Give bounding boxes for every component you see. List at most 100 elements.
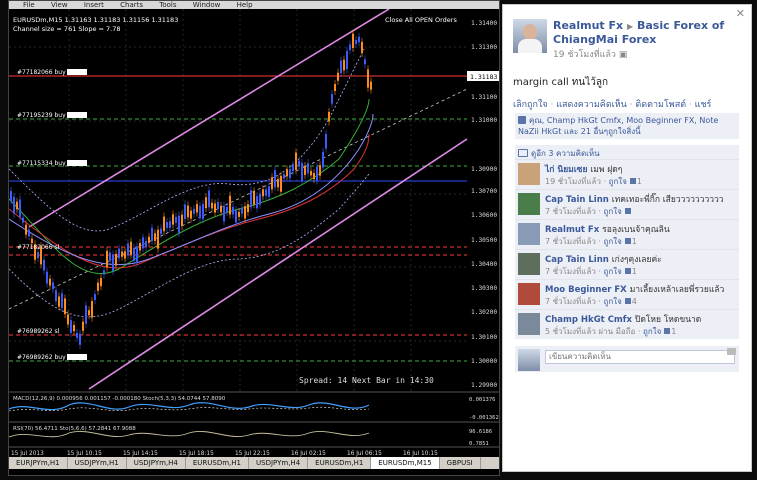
comment-author[interactable]: Cap Tain Linn: [545, 255, 609, 265]
candle-body: [274, 170, 276, 188]
candle-body: [301, 162, 303, 181]
comment-author[interactable]: Champ HkGt Cmfx: [545, 315, 632, 325]
candle-body: [352, 33, 354, 49]
comment-item: Cap Tain Linn เทคเทอะพี่กิ๊ก เสียววววววว…: [515, 189, 739, 219]
comment-time[interactable]: 19 ชั่วโมงที่แล้ว: [545, 177, 601, 186]
post-author[interactable]: Realmut Fx: [553, 19, 623, 32]
candle-body: [148, 236, 150, 243]
candle-body: [70, 320, 72, 333]
avatar[interactable]: [518, 283, 540, 305]
comment-like-link[interactable]: ถูกใจ: [604, 207, 622, 216]
comment-like-link[interactable]: ถูกใจ: [604, 237, 622, 246]
price-chart[interactable]: 1.31183 1.31400 1.31300 1.31100 1.31000 …: [9, 9, 500, 457]
menu-help[interactable]: Help: [237, 1, 253, 9]
comment-author[interactable]: Realmut Fx: [545, 225, 599, 235]
candle-body: [223, 205, 225, 222]
candle-body: [73, 325, 75, 332]
avatar[interactable]: [518, 193, 540, 215]
channel-info: Channel size = 761 Slope = 7.78: [13, 25, 121, 33]
candle-body: [103, 270, 105, 275]
menu-charts[interactable]: Charts: [120, 1, 143, 9]
comment-like-link[interactable]: ถูกใจ: [604, 297, 622, 306]
comment-time[interactable]: 7 ชั่วโมงที่แล้ว: [545, 207, 596, 216]
comment-meta: 19 ชั่วโมงที่แล้ว · ถูกใจ 1: [545, 177, 642, 186]
menu-tools[interactable]: Tools: [159, 1, 176, 9]
follow-post-link[interactable]: ติดตามโพสต์: [635, 100, 686, 110]
candle-body: [244, 206, 246, 219]
chart-tab[interactable]: USDJPYm,H1: [68, 457, 127, 469]
candle-body: [46, 271, 48, 284]
price-tick: 1.30700: [471, 188, 497, 195]
comment-like-link[interactable]: ถูกใจ: [609, 177, 627, 186]
post-time-text[interactable]: 19 ชั่วโมงที่แล้ว: [553, 50, 616, 60]
comment-time[interactable]: 7 ชั่วโมงที่แล้ว: [545, 237, 596, 246]
chart-tab[interactable]: EURUSDm,H1: [308, 457, 372, 469]
comment-list: ไก่ นิยมเซย เมพ ฝุดๆ 19 ชั่วโมงที่แล้ว · …: [515, 159, 739, 339]
candle-body: [367, 69, 369, 88]
menu-window[interactable]: Window: [193, 1, 221, 9]
chart-tab[interactable]: EURJPYm,H1: [9, 457, 68, 469]
share-link[interactable]: แชร์: [695, 100, 712, 110]
candle-body: [253, 191, 255, 205]
chart-tab[interactable]: EURUSDm,H1: [186, 457, 250, 469]
camera-icon[interactable]: [727, 348, 736, 355]
comment-text: ปิดโหย โหดขนาด: [634, 315, 702, 325]
comment-author-line: Realmut Fx รอลุงเบนจ้าคุณลิน: [545, 222, 670, 236]
thumbs-up-icon: [629, 178, 636, 184]
candle-body: [49, 278, 51, 286]
comment-time[interactable]: 7 ชั่วโมงที่แล้ว: [545, 267, 596, 276]
facebook-post-panel: ✕ Realmut Fx ▶ Basic Forex of ChiangMai …: [502, 4, 752, 472]
comment-like-count: 1: [631, 237, 637, 246]
candle-body: [94, 294, 96, 301]
candle-body: [37, 252, 39, 259]
comment-time[interactable]: 7 ชั่วโมงที่แล้ว: [545, 297, 596, 306]
unlike-link[interactable]: เลิกถูกใจ: [513, 100, 548, 110]
candle-body: [79, 333, 81, 345]
avatar[interactable]: [518, 313, 540, 335]
menu-file[interactable]: File: [23, 1, 35, 9]
thumbs-up-icon: [624, 238, 631, 244]
candle-body: [142, 237, 144, 249]
price-tick: 1.30600: [471, 212, 497, 219]
comment-author[interactable]: Moo Beginner FX: [545, 285, 627, 295]
chart-tab[interactable]: GBPUSI: [440, 457, 481, 469]
candle-body: [238, 211, 240, 217]
candle-body: [31, 238, 33, 244]
post-author-line: Realmut Fx ▶ Basic Forex of ChiangMai Fo…: [513, 19, 741, 46]
comment-input[interactable]: เขียนความคิดเห็น: [545, 350, 735, 364]
comment-like-link[interactable]: ถูกใจ: [643, 327, 661, 336]
candle-body: [85, 305, 87, 324]
candle-body: [364, 59, 366, 65]
chart-tab[interactable]: USDJPYm,H4: [127, 457, 186, 469]
candle-body: [163, 216, 165, 232]
avatar[interactable]: [518, 163, 540, 185]
comment-author[interactable]: Cap Tain Linn: [545, 195, 609, 205]
candle-body: [43, 259, 45, 271]
chart-tab-active[interactable]: EURUSDm,M15: [371, 457, 440, 469]
spread-info: Spread: 14 Next Bar in 14:30: [299, 376, 434, 385]
mt4-chart-window[interactable]: File View Insert Charts Tools Window Hel…: [8, 0, 500, 476]
comment-meta: 7 ชั่วโมงที่แล้ว · ถูกใจ: [545, 205, 632, 218]
comment-item: Moo Beginner FX มาเลี้ยงเหล้าเลยพี่รวยแล…: [515, 279, 739, 309]
candle-body: [166, 221, 168, 228]
likes-text[interactable]: คุณ, Champ HkGt Cmfx, Moo Beginner FX, N…: [518, 116, 718, 136]
candle-body: [196, 203, 198, 213]
comment-link[interactable]: แสดงความคิดเห็น: [556, 100, 627, 110]
order-label-mask: [67, 69, 87, 75]
close-all-orders-button[interactable]: Close All OPEN Orders: [385, 16, 457, 24]
price-tick: 1.30000: [471, 358, 497, 365]
menu-view[interactable]: View: [51, 1, 68, 9]
view-more-comments-text[interactable]: ดูอีก 3 ความคิดเห็น: [531, 149, 600, 158]
candle-body: [91, 301, 93, 318]
comment-text: เมพ ฝุดๆ: [590, 165, 623, 175]
comment-time[interactable]: 5 ชั่วโมงที่แล้ว ผ่าน มือถือ: [545, 327, 635, 336]
avatar[interactable]: [518, 223, 540, 245]
avatar[interactable]: [513, 19, 547, 53]
candle-body: [178, 215, 180, 233]
price-tick: 1.30300: [471, 285, 497, 292]
comment-author[interactable]: ไก่ นิยมเซย: [545, 165, 587, 175]
chart-tab[interactable]: USDJPYm,H4: [249, 457, 309, 469]
comment-like-link[interactable]: ถูกใจ: [604, 267, 622, 276]
menu-insert[interactable]: Insert: [84, 1, 104, 9]
avatar[interactable]: [518, 253, 540, 275]
